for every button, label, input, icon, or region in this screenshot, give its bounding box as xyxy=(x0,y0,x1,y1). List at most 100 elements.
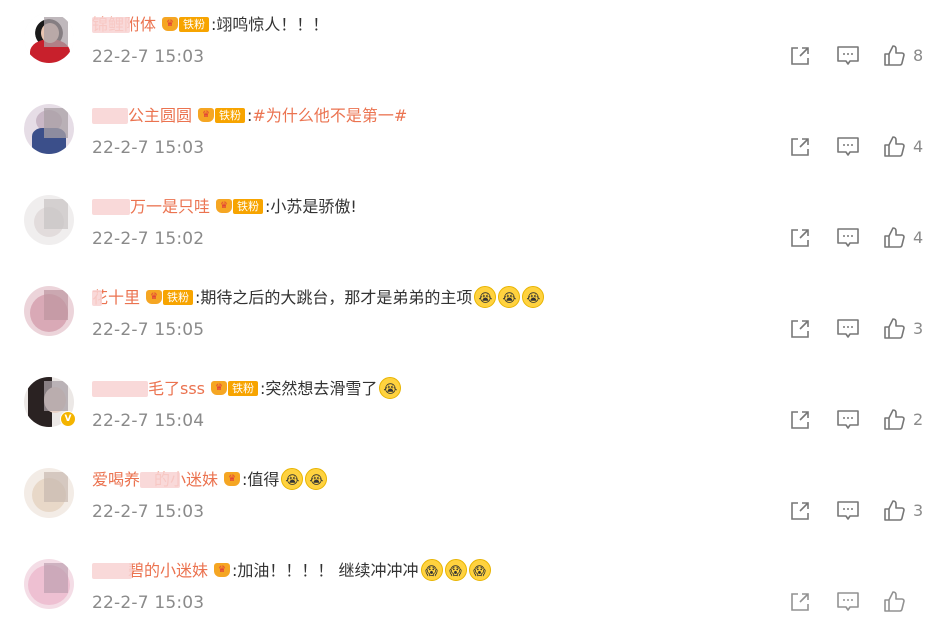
avatar[interactable] xyxy=(24,104,74,154)
emoji-icon: 😱 xyxy=(444,558,467,581)
action-bar: 4 xyxy=(786,135,936,161)
avatar[interactable] xyxy=(24,468,74,518)
share-icon[interactable] xyxy=(788,135,812,159)
badge-group: ♛ 铁粉 xyxy=(162,12,210,36)
action-bar: 4 xyxy=(786,226,936,252)
thumbs-up-icon[interactable] xyxy=(882,408,906,432)
thumbs-up-icon[interactable] xyxy=(882,590,906,614)
comment-text: :值得 xyxy=(242,470,280,489)
timestamp: 22-2-7 15:03 xyxy=(92,593,205,613)
username[interactable]: 花十里 xyxy=(92,286,140,310)
badge-group: ♛ 铁粉 xyxy=(198,103,246,127)
emoji-icon: 😱 xyxy=(420,558,443,581)
avatar[interactable] xyxy=(24,195,74,245)
like-count: 4 xyxy=(913,137,924,156)
comment-item: 锦鲤附体♛铁粉:翊鸣惊人！！！ 22-2-7 15:03 8 xyxy=(0,0,952,91)
comment-icon[interactable] xyxy=(836,590,860,614)
comment-icon[interactable] xyxy=(836,135,860,159)
fan-badge: 铁粉 xyxy=(228,380,259,396)
action-bar: 8 xyxy=(786,44,936,70)
comment-line: 花十里 ♛ 铁粉:期待之后的大跳台，那才是弟弟的主项 😭 😭 😭 xyxy=(92,285,545,312)
comment-text: :突然想去滑雪了 xyxy=(260,379,378,398)
comment-text: :加油！！！！ 继续冲冲冲 xyxy=(232,561,419,580)
like-count: 2 xyxy=(913,410,924,429)
action-bar: 2 xyxy=(786,408,936,434)
badge-group: ♛ 铁粉 xyxy=(146,285,194,309)
timestamp: 22-2-7 15:02 xyxy=(92,229,205,249)
comment-line: 碧的小迷妹 ♛:加油！！！！ 继续冲冲冲 😱 😱 😱 xyxy=(92,558,491,585)
avatar[interactable] xyxy=(24,559,74,609)
emoji-icon: 😭 xyxy=(281,467,304,490)
fan-badge: 铁粉 xyxy=(215,107,246,123)
fan-badge: 铁粉 xyxy=(163,289,194,305)
action-bar xyxy=(786,590,936,616)
fan-badge: 铁粉 xyxy=(233,198,264,214)
comment-icon[interactable] xyxy=(836,317,860,341)
emoji-icon: 😭 xyxy=(474,285,497,308)
comment-item: V 毛了sss ♛ 铁粉:突然想去滑雪了 😭 22-2-7 15:04 2 xyxy=(0,364,952,455)
comment-text: :期待之后的大跳台，那才是弟弟的主项 xyxy=(195,288,473,307)
comment-line: 万一是只哇 ♛ 铁粉:小苏是骄傲! xyxy=(92,195,357,221)
verified-icon: V xyxy=(60,411,76,427)
badge-group: ♛ xyxy=(214,558,231,582)
action-bar: 3 xyxy=(786,317,936,343)
crown-icon: ♛ xyxy=(146,290,163,304)
comment-line: 锦鲤附体♛铁粉:翊鸣惊人！！！ xyxy=(92,13,328,39)
topic-link[interactable]: #为什么他不是第一# xyxy=(252,106,407,125)
comment-item: 爱喝养 的小迷妹 ♛:值得 😭 😭 22-2-7 15:03 3 xyxy=(0,455,952,546)
crown-icon: ♛ xyxy=(214,563,231,577)
badge-group: ♛ 铁粉 xyxy=(211,376,259,400)
username[interactable]: 毛了sss xyxy=(92,377,205,401)
thumbs-up-icon[interactable] xyxy=(882,499,906,523)
like-count: 3 xyxy=(913,319,924,338)
timestamp: 22-2-7 15:03 xyxy=(92,138,205,158)
timestamp: 22-2-7 15:03 xyxy=(92,47,205,67)
username[interactable]: 锦鲤附体 xyxy=(92,13,156,37)
comment-line: 毛了sss ♛ 铁粉:突然想去滑雪了 😭 xyxy=(92,376,402,403)
badge-group: ♛ xyxy=(224,467,241,491)
comment-icon[interactable] xyxy=(836,44,860,68)
username[interactable]: 碧的小迷妹 xyxy=(92,559,208,583)
comment-icon[interactable] xyxy=(836,226,860,250)
username[interactable]: 爱喝养 的小迷妹 xyxy=(92,468,218,492)
like-count: 4 xyxy=(913,228,924,247)
action-bar: 3 xyxy=(786,499,936,525)
share-icon[interactable] xyxy=(788,317,812,341)
avatar[interactable] xyxy=(24,13,74,63)
comment-item: 万一是只哇 ♛ 铁粉:小苏是骄傲! 22-2-7 15:02 4 xyxy=(0,182,952,273)
username[interactable]: 万一是只哇 xyxy=(92,195,210,219)
thumbs-up-icon[interactable] xyxy=(882,44,906,68)
timestamp: 22-2-7 15:03 xyxy=(92,502,205,522)
thumbs-up-icon[interactable] xyxy=(882,226,906,250)
share-icon[interactable] xyxy=(788,44,812,68)
avatar[interactable] xyxy=(24,286,74,336)
timestamp: 22-2-7 15:04 xyxy=(92,411,205,431)
badge-group: ♛ 铁粉 xyxy=(216,194,264,218)
emoji-icon: 😭 xyxy=(522,285,545,308)
thumbs-up-icon[interactable] xyxy=(882,317,906,341)
emoji-icon: 😭 xyxy=(305,467,328,490)
comment-item: 碧的小迷妹 ♛:加油！！！！ 继续冲冲冲 😱 😱 😱 22-2-7 15:03 xyxy=(0,546,952,637)
crown-icon: ♛ xyxy=(211,381,228,395)
username[interactable]: 公主圆圆 xyxy=(92,104,192,128)
crown-icon: ♛ xyxy=(162,17,179,31)
crown-icon: ♛ xyxy=(216,199,233,213)
share-icon[interactable] xyxy=(788,590,812,614)
emoji-icon: 😱 xyxy=(468,558,491,581)
timestamp: 22-2-7 15:05 xyxy=(92,320,205,340)
comment-line: 公主圆圆 ♛ 铁粉:#为什么他不是第一# xyxy=(92,104,407,130)
emoji-icon: 😭 xyxy=(379,376,402,399)
like-count: 8 xyxy=(913,46,924,65)
share-icon[interactable] xyxy=(788,408,812,432)
thumbs-up-icon[interactable] xyxy=(882,135,906,159)
crown-icon: ♛ xyxy=(224,472,241,486)
comment-item: 公主圆圆 ♛ 铁粉:#为什么他不是第一# 22-2-7 15:03 4 xyxy=(0,91,952,182)
comment-item: 花十里 ♛ 铁粉:期待之后的大跳台，那才是弟弟的主项 😭 😭 😭 22-2-7 15:05… xyxy=(0,273,952,364)
share-icon[interactable] xyxy=(788,499,812,523)
comment-icon[interactable] xyxy=(836,499,860,523)
share-icon[interactable] xyxy=(788,226,812,250)
comment-icon[interactable] xyxy=(836,408,860,432)
like-count: 3 xyxy=(913,501,924,520)
comment-text: :小苏是骄傲! xyxy=(265,197,357,216)
comment-text: :翊鸣惊人！！！ xyxy=(211,15,329,34)
